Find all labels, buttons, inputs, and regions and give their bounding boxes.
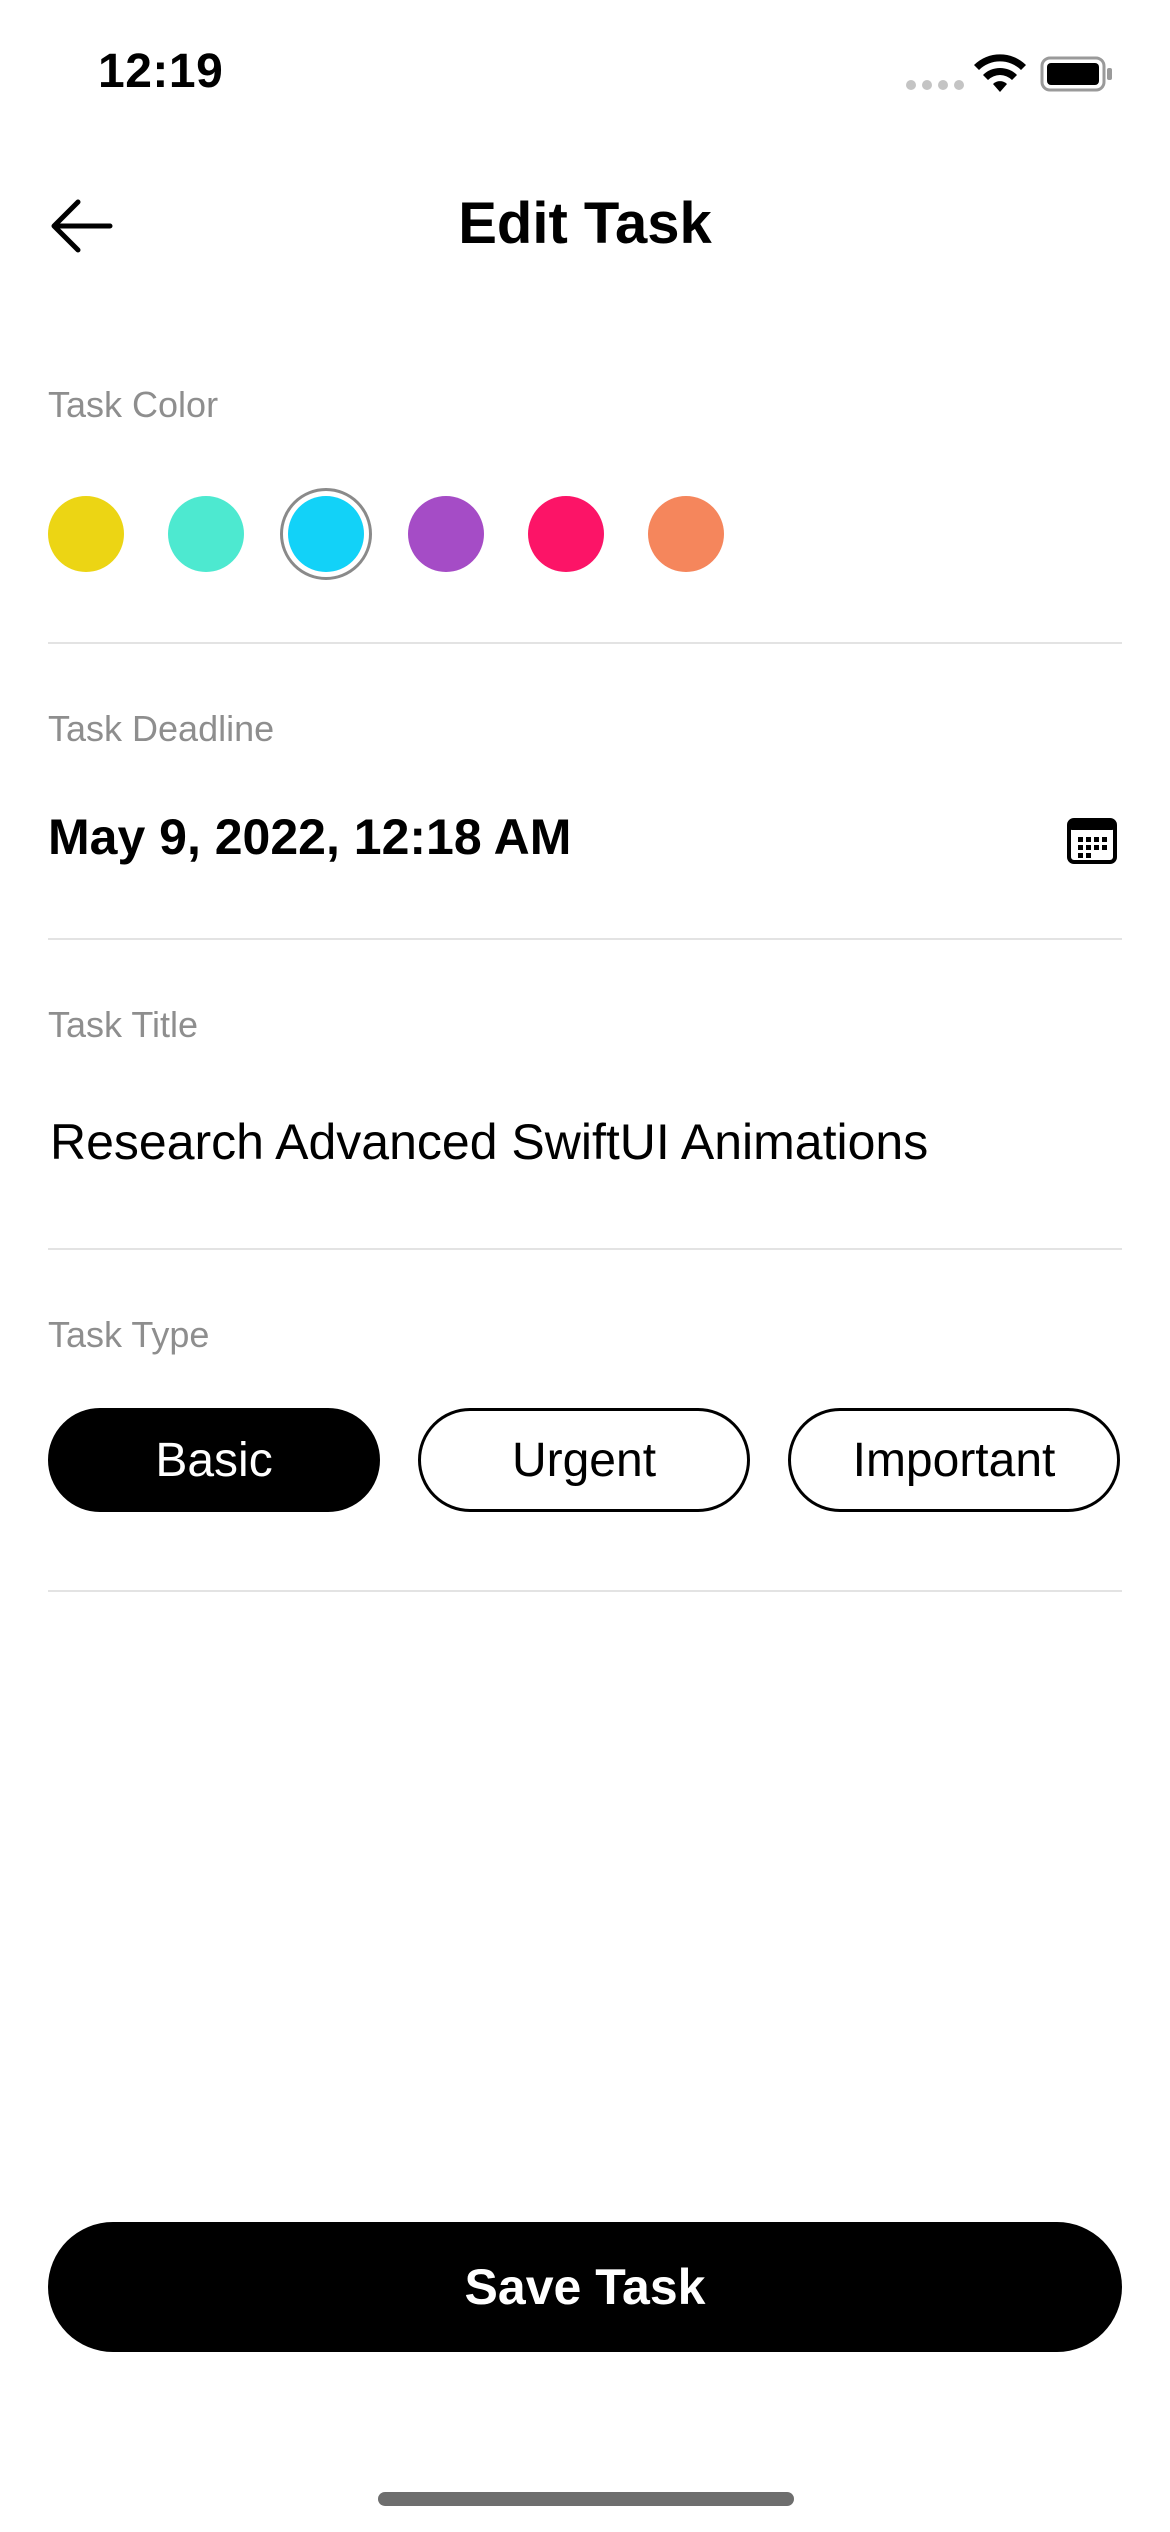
cellular-signal-icon <box>906 80 964 90</box>
divider <box>48 938 1122 940</box>
task-type-option[interactable]: Urgent <box>418 1408 750 1512</box>
task-deadline-label: Task Deadline <box>48 708 275 749</box>
task-type-option[interactable]: Important <box>788 1408 1120 1512</box>
color-swatch[interactable] <box>408 496 484 572</box>
home-indicator <box>378 2492 794 2506</box>
calendar-icon[interactable] <box>1066 814 1118 866</box>
battery-icon <box>1040 56 1112 92</box>
status-bar: 12:19 <box>0 0 1170 150</box>
color-swatch[interactable] <box>48 496 124 572</box>
task-color-label: Task Color <box>48 384 219 425</box>
status-time: 12:19 <box>98 45 224 98</box>
task-title-input[interactable] <box>48 1112 1126 1172</box>
divider <box>48 642 1122 644</box>
wifi-icon <box>974 54 1026 92</box>
color-swatch[interactable] <box>528 496 604 572</box>
color-swatch[interactable] <box>168 496 244 572</box>
divider <box>48 1590 1122 1592</box>
task-type-label: Task Type <box>48 1314 210 1355</box>
save-task-button[interactable]: Save Task <box>48 2222 1122 2352</box>
page-title: Edit Task <box>458 191 712 256</box>
task-type-option[interactable]: Basic <box>48 1408 380 1512</box>
divider <box>48 1248 1122 1250</box>
color-swatch[interactable] <box>648 496 724 572</box>
color-swatch[interactable] <box>280 488 372 580</box>
deadline-value[interactable]: May 9, 2022, 12:18 AM <box>48 808 571 866</box>
task-title-label: Task Title <box>48 1004 199 1045</box>
